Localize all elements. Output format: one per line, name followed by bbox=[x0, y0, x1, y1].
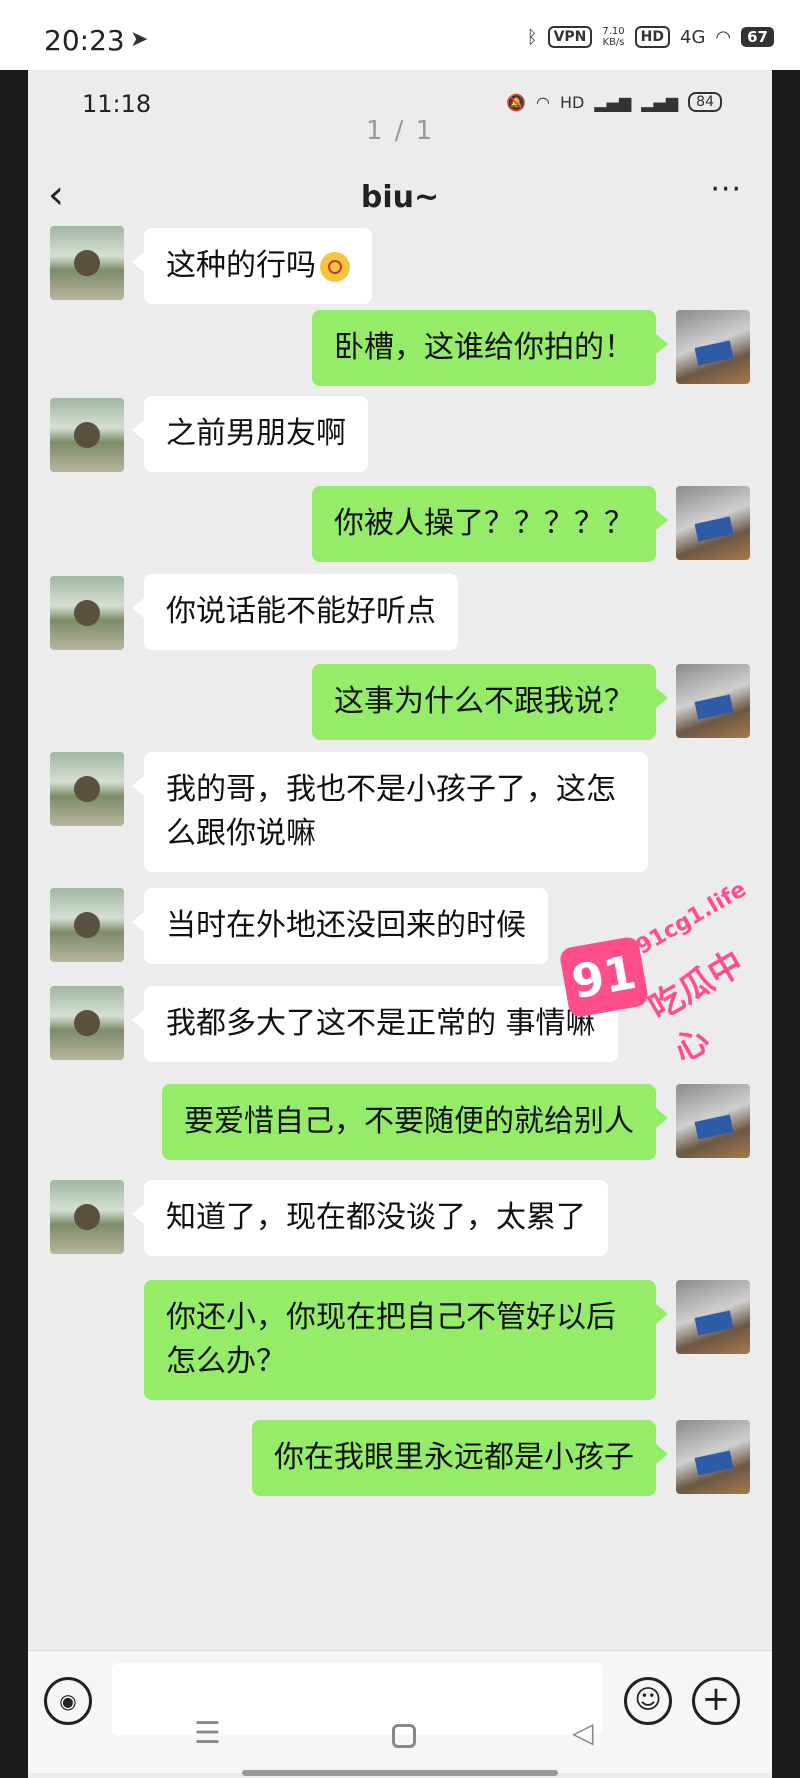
message-text: 知道了，现在都没谈了，太累了 bbox=[166, 1200, 586, 1235]
message-text: 你在我眼里永远都是小孩子 bbox=[274, 1440, 634, 1475]
message-bubble[interactable]: 你被人操了？？？？？ bbox=[312, 486, 668, 562]
own-avatar[interactable] bbox=[676, 1084, 750, 1158]
chat-title: biu~ bbox=[360, 180, 440, 215]
message-text: 卧槽，这谁给你拍的！ bbox=[334, 330, 634, 365]
message-bubble[interactable]: 当时在外地还没回来的时候 bbox=[132, 888, 548, 964]
message-bubble[interactable]: 你说话能不能好听点 bbox=[132, 574, 458, 650]
vpn-badge: VPN bbox=[547, 26, 593, 48]
device-status-icons: ᛒ VPN 7.10 KB/s HD 4G ◠ 67 bbox=[527, 26, 774, 48]
message-bubble[interactable]: 之前男朋友啊 bbox=[132, 396, 368, 472]
chat-screenshot: 11:18 🔕 ◠ HD ▂▄▆ ▂▄▆ 84 1 / 1 ‹ biu~ ···… bbox=[28, 70, 772, 1778]
more-options-icon[interactable]: ··· bbox=[710, 172, 742, 207]
own-avatar[interactable] bbox=[676, 1280, 750, 1354]
message-text: 你说话能不能好听点 bbox=[166, 594, 436, 629]
own-avatar[interactable] bbox=[676, 486, 750, 560]
page-indicator: 1 / 1 bbox=[365, 116, 435, 146]
own-avatar[interactable] bbox=[676, 310, 750, 384]
device-status-bar: 20:23 ➤ ᛒ VPN 7.10 KB/s HD 4G ◠ 67 bbox=[0, 0, 800, 70]
contact-avatar[interactable] bbox=[50, 888, 124, 962]
message-bubble[interactable]: 知道了，现在都没谈了，太累了 bbox=[132, 1180, 608, 1256]
message-bubble[interactable]: 这事为什么不跟我说？ bbox=[312, 664, 668, 740]
hd-icon: HD bbox=[559, 92, 585, 112]
own-avatar[interactable] bbox=[676, 1420, 750, 1494]
message-bubble[interactable]: 我的哥，我也不是小孩子了，这怎么跟你说嘛 bbox=[132, 752, 648, 872]
home-icon[interactable] bbox=[392, 1724, 416, 1748]
menu-icon[interactable]: ☰ bbox=[194, 1716, 221, 1751]
message-text: 我的哥，我也不是小孩子了，这怎么跟你说嘛 bbox=[166, 772, 616, 851]
message-bubble[interactable]: 你还小，你现在把自己不管好以后怎么办？ bbox=[144, 1280, 668, 1400]
message-bubble[interactable]: 我都多大了这不是正常的 事情嘛 bbox=[132, 986, 618, 1062]
battery-indicator: 84 bbox=[688, 92, 722, 112]
signal-5g-icon: ▂▄▆ bbox=[641, 92, 679, 112]
flushed-emoji-icon bbox=[320, 251, 350, 282]
hd-badge: HD bbox=[634, 26, 670, 48]
watermark-badge: 91 bbox=[558, 935, 650, 1019]
signal-4g-icon: 4G bbox=[680, 26, 706, 48]
screenshot-status-icons: 🔕 ◠ HD ▂▄▆ ▂▄▆ 84 bbox=[506, 92, 722, 112]
contact-avatar[interactable] bbox=[50, 752, 124, 826]
message-text: 当时在外地还没回来的时候 bbox=[166, 908, 526, 943]
contact-avatar[interactable] bbox=[50, 1180, 124, 1254]
signal-icon: ▂▄▆ bbox=[594, 92, 632, 112]
message-text: 之前男朋友啊 bbox=[166, 416, 346, 451]
message-bubble[interactable]: 要爱惜自己，不要随便的就给别人 bbox=[162, 1084, 668, 1160]
message-bubble[interactable]: 你在我眼里永远都是小孩子 bbox=[252, 1420, 668, 1496]
contact-avatar[interactable] bbox=[50, 398, 124, 472]
own-avatar[interactable] bbox=[676, 664, 750, 738]
message-bubble[interactable]: 这种的行吗 bbox=[132, 228, 372, 304]
mute-bell-icon: 🔕 bbox=[506, 92, 526, 112]
contact-avatar[interactable] bbox=[50, 226, 124, 300]
message-text: 我都多大了这不是正常的 事情嘛 bbox=[166, 1006, 596, 1041]
message-text: 这事为什么不跟我说？ bbox=[334, 684, 634, 719]
device-clock: 20:23 bbox=[44, 24, 125, 57]
message-text: 要爱惜自己，不要随便的就给别人 bbox=[184, 1104, 634, 1139]
battery-indicator: 67 bbox=[741, 27, 774, 47]
message-text: 这种的行吗 bbox=[166, 248, 316, 283]
contact-avatar[interactable] bbox=[50, 576, 124, 650]
message-text: 你被人操了？？？？？ bbox=[334, 506, 634, 541]
watermark: 91 91cg1.life 吃瓜中心 bbox=[558, 877, 772, 1071]
navigation-bar: ☰ ◁ bbox=[28, 1706, 772, 1778]
contact-avatar[interactable] bbox=[50, 986, 124, 1060]
screenshot-clock: 11:18 bbox=[82, 90, 152, 118]
nav-back-icon[interactable]: ◁ bbox=[572, 1716, 594, 1749]
network-speed: 7.10 KB/s bbox=[602, 26, 625, 48]
telegram-icon: ➤ bbox=[130, 27, 149, 52]
wifi-icon: ◠ bbox=[536, 92, 550, 112]
bluetooth-icon: ᛒ bbox=[526, 26, 538, 48]
wifi-icon: ◠ bbox=[715, 26, 732, 48]
message-text: 你还小，你现在把自己不管好以后怎么办？ bbox=[166, 1300, 616, 1379]
gesture-bar[interactable] bbox=[242, 1770, 558, 1776]
message-bubble[interactable]: 卧槽，这谁给你拍的！ bbox=[312, 310, 668, 386]
